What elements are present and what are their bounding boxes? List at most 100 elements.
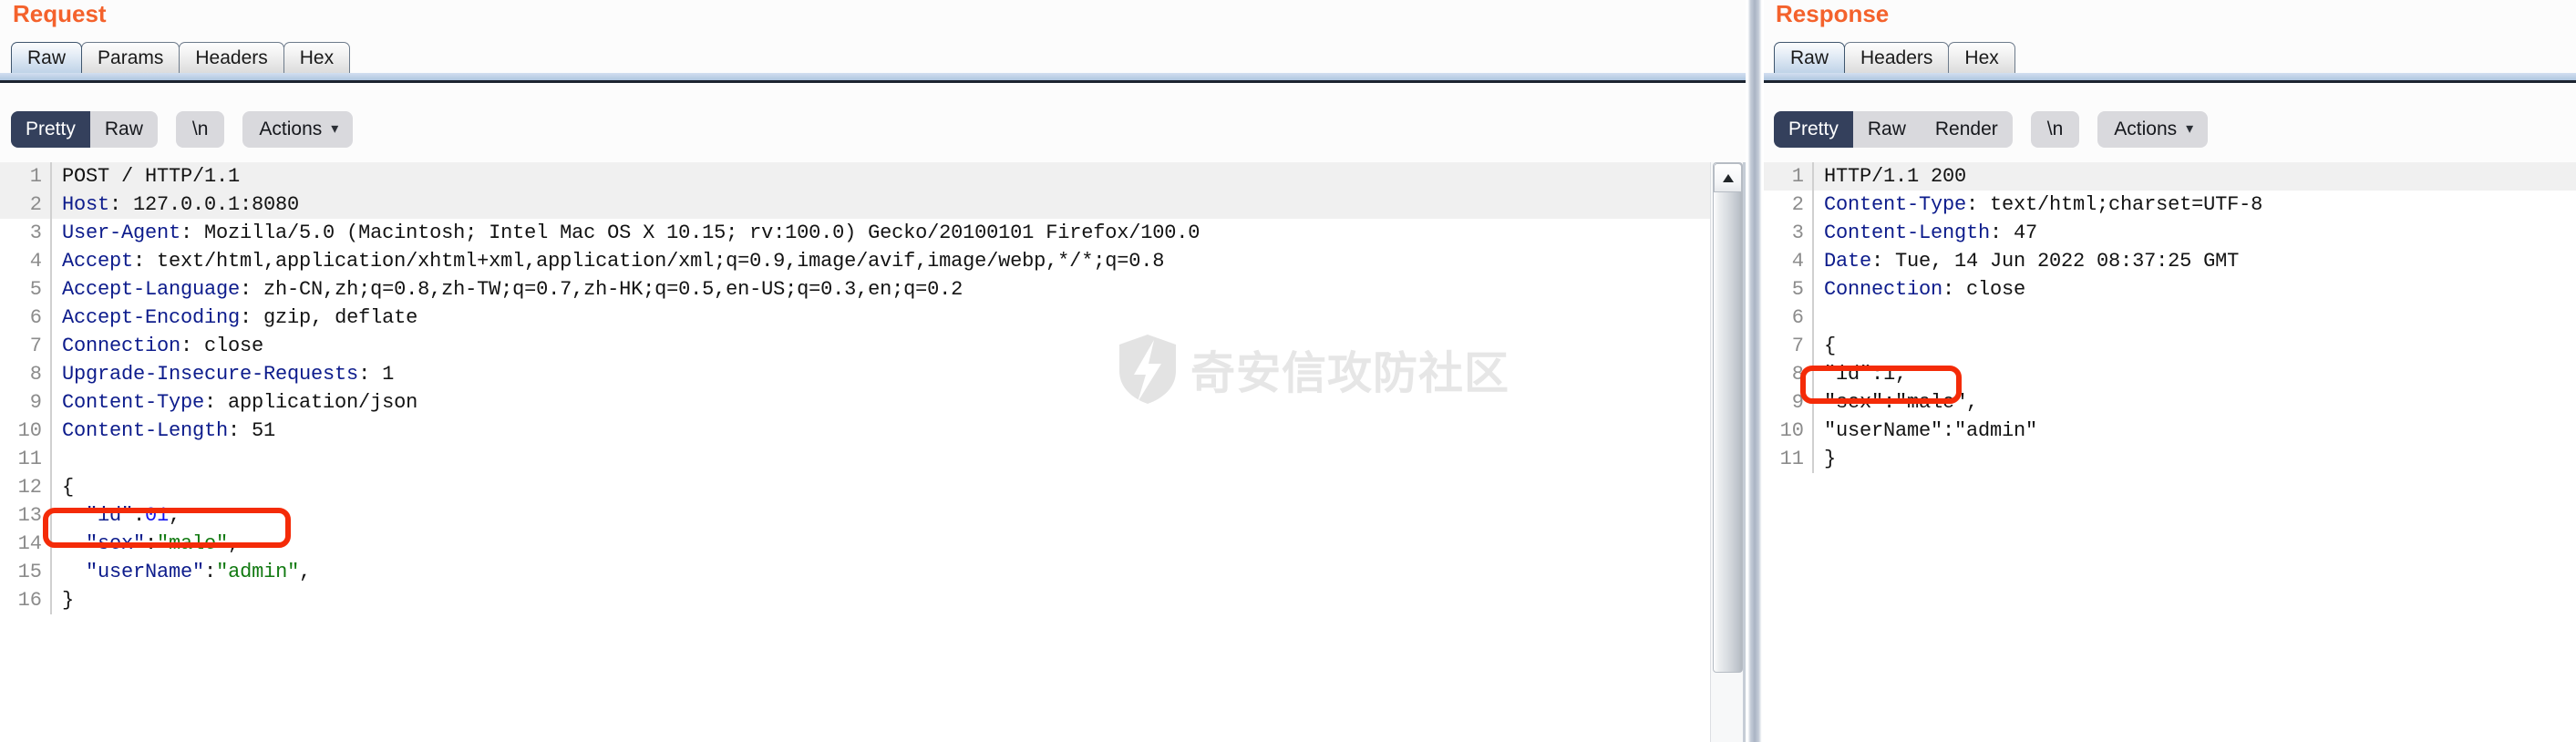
request-tab-hex[interactable]: Hex [283, 42, 351, 73]
request-scrollbar-thumb[interactable] [1713, 162, 1743, 673]
request-pretty-button[interactable]: Pretty [11, 111, 90, 148]
response-code-line: 11} [1764, 445, 2576, 473]
response-line-content[interactable]: } [1813, 445, 2576, 473]
request-token-val: : Mozilla/5.0 (Macintosh; Intel Mac OS X… [180, 222, 1200, 244]
request-line-content[interactable]: "id":01, [51, 501, 1746, 530]
request-line-number: 9 [0, 388, 52, 417]
request-line-number: 13 [0, 501, 52, 530]
request-tab-headers[interactable]: Headers [179, 42, 284, 73]
request-token-hdr: Content-Length [62, 419, 229, 442]
response-tabstrip-underline [1764, 73, 2576, 80]
burp-request-response-viewer: Request Raw Params Headers Hex Pretty Raw \… [0, 0, 2576, 742]
request-tab-raw[interactable]: Raw [11, 42, 83, 73]
response-line-number: 8 [1764, 360, 1814, 388]
request-actions-label: Actions [259, 119, 323, 139]
request-token-hdr: Upgrade-Insecure-Requests [62, 363, 359, 386]
response-line-content[interactable]: Date: Tue, 14 Jun 2022 08:37:25 GMT [1813, 247, 2576, 275]
response-line-content[interactable]: { [1813, 332, 2576, 360]
response-line-content[interactable]: Content-Type: text/html;charset=UTF-8 [1813, 191, 2576, 219]
request-line-content[interactable]: Accept-Language: zh-CN,zh;q=0.8,zh-TW;q=… [51, 275, 1746, 304]
request-line-content[interactable]: Accept-Encoding: gzip, deflate [51, 304, 1746, 332]
request-token-val: : zh-CN,zh;q=0.8,zh-TW;q=0.7,zh-HK;q=0.5… [240, 278, 963, 301]
response-line-number: 2 [1764, 191, 1814, 219]
request-raw-button[interactable]: Raw [90, 111, 158, 148]
response-line-content[interactable]: Connection: close [1813, 275, 2576, 304]
response-token-plain: { [1824, 335, 1837, 357]
request-line-content[interactable]: Upgrade-Insecure-Requests: 1 [51, 360, 1746, 388]
response-code-line: 9 "sex":"male", [1764, 388, 2576, 417]
response-tab-raw[interactable]: Raw [1774, 42, 1846, 73]
response-code-line: 8 "id":1, [1764, 360, 2576, 388]
request-code-line: 9 Content-Type: application/json [0, 388, 1746, 417]
request-token-plain: { [62, 476, 75, 499]
request-token-plain [62, 532, 86, 555]
request-line-content[interactable]: } [51, 586, 1746, 614]
request-token-hdr: Accept [62, 250, 134, 273]
response-raw-button[interactable]: Raw [1853, 111, 1921, 148]
response-code-line: 6 [1764, 304, 2576, 332]
response-line-number: 1 [1764, 162, 1814, 191]
request-line-number: 1 [0, 162, 52, 191]
request-token-plain: , [228, 532, 241, 555]
response-newline-button[interactable]: \n [2030, 111, 2080, 148]
response-tab-hex[interactable]: Hex [1948, 42, 2015, 73]
response-line-content[interactable] [1813, 304, 2576, 332]
request-actions-button[interactable]: Actions ▾ [242, 111, 354, 148]
request-line-content[interactable]: Content-Length: 51 [51, 417, 1746, 445]
response-actions-button[interactable]: Actions ▾ [2097, 111, 2209, 148]
panel-splitter[interactable] [1746, 0, 1764, 742]
request-line-content[interactable] [51, 445, 1746, 473]
request-token-plain: , [299, 561, 312, 583]
response-editor[interactable]: 1 HTTP/1.1 200 2 Content-Type: text/html;ch… [1764, 162, 2576, 742]
request-line-content[interactable]: Connection: close [51, 332, 1746, 360]
request-newline-button[interactable]: \n [175, 111, 225, 148]
request-token-hdr: Connection [62, 335, 181, 357]
request-code-line: 3 User-Agent: Mozilla/5.0 (Macintosh; Int… [0, 219, 1746, 247]
response-token-plain: } [1824, 448, 1837, 470]
request-line-number: 6 [0, 304, 52, 332]
request-code-line: 14 "sex":"male", [0, 530, 1746, 558]
request-editor[interactable]: 1 POST / HTTP/1.1 2 Host: 127.0.0.1:8080 3 Us… [0, 162, 1746, 742]
request-line-content[interactable]: "sex":"male", [51, 530, 1746, 558]
request-token-hdr: Accept-Encoding [62, 306, 241, 329]
request-tab-params[interactable]: Params [81, 42, 180, 73]
request-code-line: 10 Content-Length: 51 [0, 417, 1746, 445]
response-pretty-button[interactable]: Pretty [1774, 111, 1853, 148]
request-line-content[interactable]: { [51, 473, 1746, 501]
request-token-jnum: 01 [145, 504, 170, 527]
request-code-line: 1 POST / HTTP/1.1 [0, 162, 1746, 191]
response-code-table: 1 HTTP/1.1 200 2 Content-Type: text/html;ch… [1764, 162, 2576, 473]
request-token-plain: , [169, 504, 181, 527]
request-line-content[interactable]: User-Agent: Mozilla/5.0 (Macintosh; Inte… [51, 219, 1746, 247]
request-line-number: 12 [0, 473, 52, 501]
response-line-number: 9 [1764, 388, 1814, 417]
request-line-content[interactable]: Host: 127.0.0.1:8080 [51, 191, 1746, 219]
response-line-content[interactable]: "userName":"admin" [1813, 417, 2576, 445]
request-token-plain: : [204, 561, 217, 583]
request-token-jkey: "id" [86, 504, 134, 527]
triangle-up-icon[interactable] [1714, 163, 1742, 192]
request-line-content[interactable]: Content-Type: application/json [51, 388, 1746, 417]
request-line-number: 15 [0, 558, 52, 586]
request-line-content[interactable]: "userName":"admin", [51, 558, 1746, 586]
request-token-plain: POST / HTTP/1.1 [62, 165, 241, 188]
request-line-content[interactable]: POST / HTTP/1.1 [51, 162, 1746, 191]
response-line-content[interactable]: "id":1, [1813, 360, 2576, 388]
response-code-line: 3 Content-Length: 47 [1764, 219, 2576, 247]
request-line-content[interactable]: Accept: text/html,application/xhtml+xml,… [51, 247, 1746, 275]
response-line-content[interactable]: Content-Length: 47 [1813, 219, 2576, 247]
request-vertical-scrollbar[interactable] [1710, 162, 1746, 742]
request-line-number: 16 [0, 586, 52, 614]
response-line-content[interactable]: "sex":"male", [1813, 388, 2576, 417]
response-tab-headers[interactable]: Headers [1844, 42, 1950, 73]
request-token-val: : 127.0.0.1:8080 [109, 193, 300, 216]
response-line-content[interactable]: HTTP/1.1 200 [1813, 162, 2576, 191]
response-line-number: 4 [1764, 247, 1814, 275]
request-code-line: 6 Accept-Encoding: gzip, deflate [0, 304, 1746, 332]
response-view-segment-group: Pretty Raw Render [1774, 111, 2013, 148]
response-token-val: : text/html;charset=UTF-8 [1966, 193, 2263, 216]
request-code-line: 4 Accept: text/html,application/xhtml+xml… [0, 247, 1746, 275]
request-code-line: 7 Connection: close [0, 332, 1746, 360]
response-code-line: 1 HTTP/1.1 200 [1764, 162, 2576, 191]
response-render-button[interactable]: Render [1921, 111, 2013, 148]
